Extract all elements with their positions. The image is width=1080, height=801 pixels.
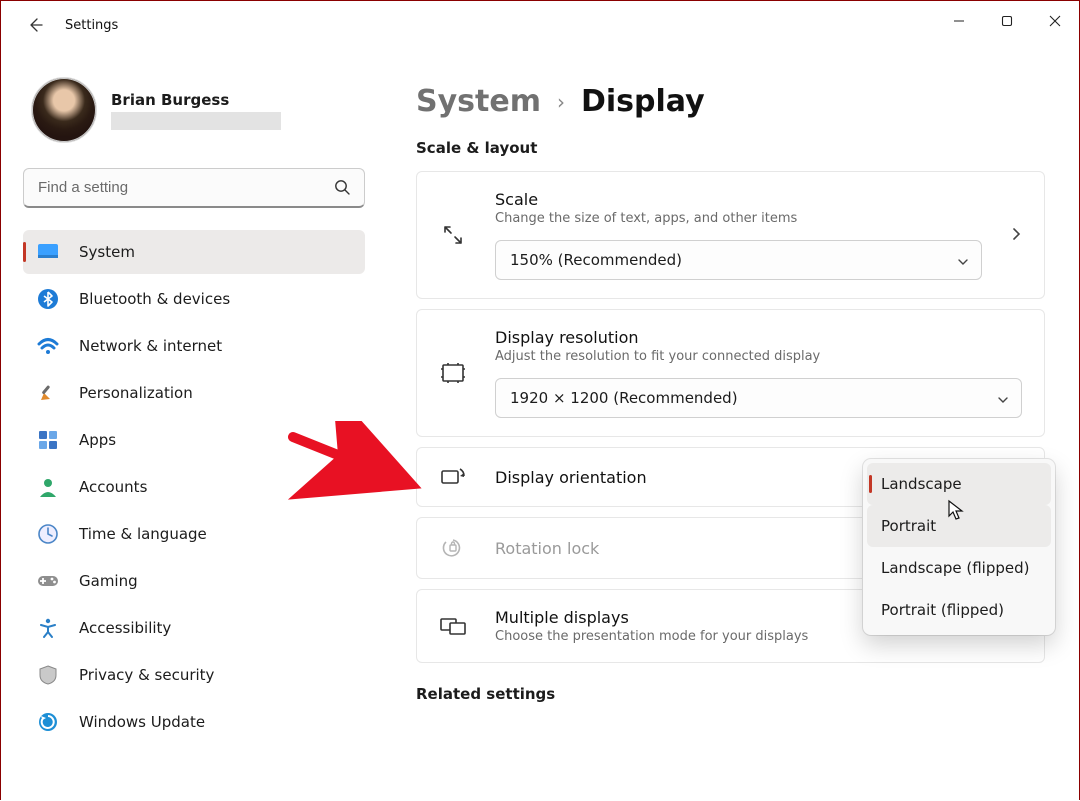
breadcrumb: System › Display xyxy=(416,84,1045,119)
orientation-icon xyxy=(439,466,467,488)
dropdown-item-label: Landscape (flipped) xyxy=(881,559,1029,577)
minimize-button[interactable] xyxy=(935,1,983,41)
sidebar-item-label: Accessibility xyxy=(79,619,171,637)
sidebar-item-bluetooth[interactable]: Bluetooth & devices xyxy=(23,277,365,321)
card-title: Scale xyxy=(495,190,982,209)
card-scale[interactable]: Scale Change the size of text, apps, and… xyxy=(416,171,1045,299)
sidebar-item-label: Gaming xyxy=(79,572,138,590)
close-button[interactable] xyxy=(1031,1,1079,41)
scale-combo[interactable]: 150% (Recommended) xyxy=(495,240,982,280)
nav: System Bluetooth & devices Network & int… xyxy=(23,230,365,744)
sidebar-item-accessibility[interactable]: Accessibility xyxy=(23,606,365,650)
sidebar-item-label: Privacy & security xyxy=(79,666,214,684)
chevron-down-icon xyxy=(997,392,1009,410)
section-scale-layout: Scale & layout xyxy=(416,139,1045,157)
gamepad-icon xyxy=(37,570,59,592)
sidebar-item-label: Personalization xyxy=(79,384,193,402)
rotation-lock-icon xyxy=(439,536,467,560)
sidebar-item-label: Apps xyxy=(79,431,116,449)
breadcrumb-current: Display xyxy=(581,84,705,119)
sidebar-item-personalization[interactable]: Personalization xyxy=(23,371,365,415)
dropdown-item-portrait[interactable]: Portrait xyxy=(867,505,1051,547)
dropdown-item-portrait-flipped[interactable]: Portrait (flipped) xyxy=(863,589,1055,631)
search-wrap xyxy=(23,168,365,208)
sidebar-item-network[interactable]: Network & internet xyxy=(23,324,365,368)
chevron-down-icon xyxy=(957,254,969,272)
multiple-displays-icon xyxy=(439,615,467,637)
card-sub: Adjust the resolution to fit your connec… xyxy=(495,349,1022,364)
sidebar-item-label: Accounts xyxy=(79,478,147,496)
sidebar-item-label: Bluetooth & devices xyxy=(79,290,230,308)
sidebar-item-apps[interactable]: Apps xyxy=(23,418,365,462)
sidebar: Brian Burgess System Bluetooth & devices… xyxy=(1,49,381,801)
paintbrush-icon xyxy=(37,382,59,404)
bluetooth-icon xyxy=(37,288,59,310)
titlebar: Settings xyxy=(1,1,1079,49)
dropdown-item-landscape-flipped[interactable]: Landscape (flipped) xyxy=(863,547,1055,589)
dropdown-item-label: Portrait (flipped) xyxy=(881,601,1004,619)
sidebar-item-gaming[interactable]: Gaming xyxy=(23,559,365,603)
dropdown-item-landscape[interactable]: Landscape xyxy=(867,463,1051,505)
apps-icon xyxy=(37,429,59,451)
user-card[interactable]: Brian Burgess xyxy=(23,65,365,143)
sidebar-item-label: Time & language xyxy=(79,525,207,543)
clock-globe-icon xyxy=(37,523,59,545)
resolution-icon xyxy=(439,362,467,384)
dropdown-item-label: Landscape xyxy=(881,475,962,493)
user-name: Brian Burgess xyxy=(111,91,281,109)
avatar xyxy=(31,77,97,143)
back-button[interactable] xyxy=(25,15,45,35)
resolution-combo[interactable]: 1920 × 1200 (Recommended) xyxy=(495,378,1022,418)
sidebar-item-windows-update[interactable]: Windows Update xyxy=(23,700,365,744)
combo-value: 1920 × 1200 (Recommended) xyxy=(510,389,738,407)
accessibility-icon xyxy=(37,617,59,639)
breadcrumb-root[interactable]: System xyxy=(416,84,541,119)
dropdown-item-label: Portrait xyxy=(881,517,936,535)
sidebar-item-label: Network & internet xyxy=(79,337,222,355)
sidebar-item-time-language[interactable]: Time & language xyxy=(23,512,365,556)
orientation-dropdown[interactable]: Landscape Portrait Landscape (flipped) P… xyxy=(863,459,1055,635)
section-related: Related settings xyxy=(416,685,1045,703)
sidebar-item-privacy[interactable]: Privacy & security xyxy=(23,653,365,697)
chevron-right-icon xyxy=(1010,226,1022,245)
card-sub: Change the size of text, apps, and other… xyxy=(495,211,982,226)
chevron-right-icon: › xyxy=(557,90,565,114)
user-email-placeholder xyxy=(111,112,281,130)
sidebar-item-label: Windows Update xyxy=(79,713,205,731)
search-icon xyxy=(333,178,351,200)
combo-value: 150% (Recommended) xyxy=(510,251,682,269)
shield-icon xyxy=(37,664,59,686)
person-icon xyxy=(37,476,59,498)
search-input[interactable] xyxy=(23,168,365,208)
update-icon xyxy=(37,711,59,733)
sidebar-item-label: System xyxy=(79,243,135,261)
wifi-icon xyxy=(37,335,59,357)
system-icon xyxy=(37,241,59,263)
main: System › Display Scale & layout Scale Ch… xyxy=(381,49,1079,801)
window-controls xyxy=(935,1,1079,41)
card-resolution[interactable]: Display resolution Adjust the resolution… xyxy=(416,309,1045,437)
maximize-button[interactable] xyxy=(983,1,1031,41)
sidebar-item-system[interactable]: System xyxy=(23,230,365,274)
sidebar-item-accounts[interactable]: Accounts xyxy=(23,465,365,509)
card-title: Display resolution xyxy=(495,328,1022,347)
window-title: Settings xyxy=(65,18,118,33)
scale-icon xyxy=(439,223,467,247)
